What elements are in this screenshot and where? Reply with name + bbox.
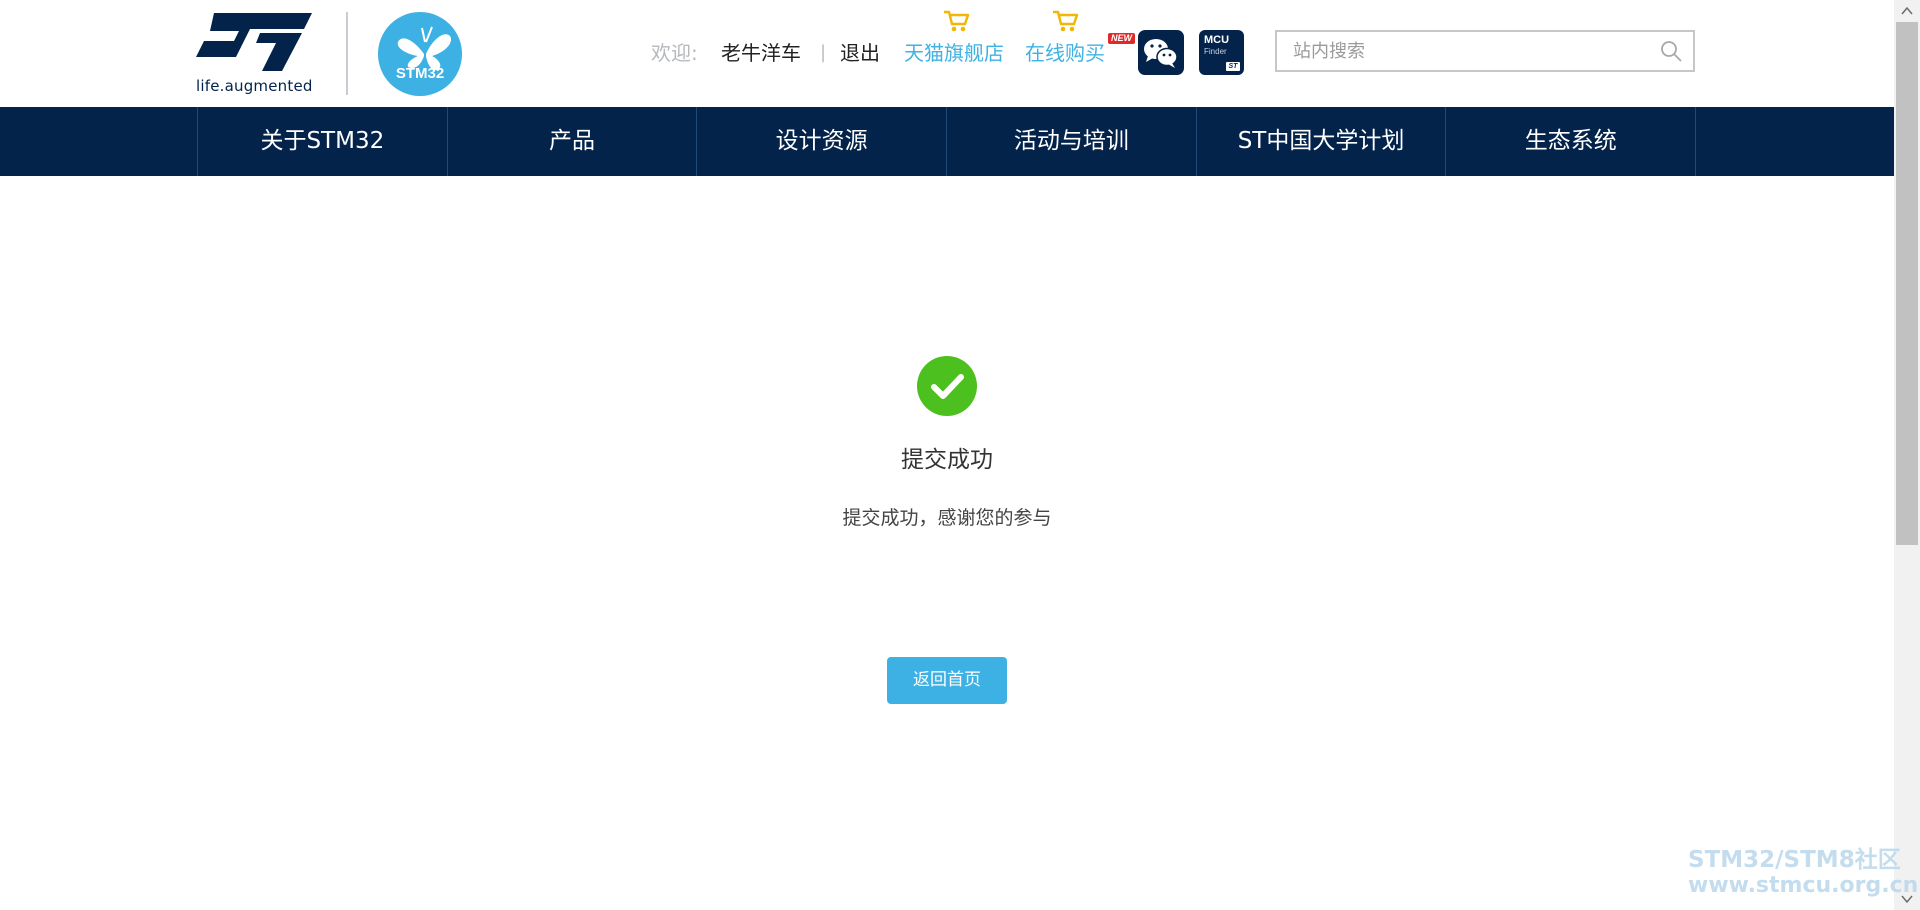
logo-divider [346,12,348,95]
return-home-button[interactable]: 返回首页 [887,657,1007,704]
mcu-finder-sublabel: Finder [1204,47,1227,56]
nav-item-events-training[interactable]: 活动与培训 [947,107,1197,176]
search-icon[interactable] [1659,39,1683,63]
logout-link[interactable]: 退出 [840,38,880,68]
stm32-logo[interactable]: STM32 [378,12,462,96]
scroll-up-arrow-icon[interactable] [1894,0,1920,22]
scrollbar-thumb[interactable] [1896,22,1918,545]
watermark-line1: STM32/STM8社区 [1688,847,1901,873]
community-watermark: STM32/STM8社区 www.stmcu.org.cn [1688,847,1919,899]
nav-item-products[interactable]: 产品 [448,107,698,176]
new-badge: NEW [1108,33,1135,44]
logo-tagline: life.augmented [196,77,313,95]
username[interactable]: 老牛洋车 [721,38,801,68]
butterfly-icon [378,12,462,96]
mcu-finder-button[interactable]: MCU Finder ST [1199,30,1244,75]
st-logo-mark [196,13,312,71]
separator: | [820,42,827,63]
buy-online-link[interactable]: 在线购买 [1025,38,1105,68]
nav-item-university-program[interactable]: ST中国大学计划 [1197,107,1447,176]
success-message: 提交成功，感谢您的参与 [842,507,1052,529]
search-input[interactable] [1277,32,1647,70]
watermark-line2: www.stmcu.org.cn [1688,873,1919,898]
nav-item-about-stm32[interactable]: 关于STM32 [198,107,448,176]
mcu-finder-label: MCU [1204,34,1230,46]
stm32-logo-text: STM32 [395,65,445,82]
wechat-icon [1144,39,1178,68]
nav-item-design-resources[interactable]: 设计资源 [697,107,948,176]
site-header: life.augmented STM32 欢迎: 老牛洋车 | 退出 天猫旗舰店… [0,0,1894,107]
wechat-button[interactable] [1138,30,1184,75]
st-mini-logo: ST [1226,62,1240,71]
tmall-store-link[interactable]: 天猫旗舰店 [904,38,1004,68]
vertical-scrollbar[interactable] [1894,0,1920,910]
cart-icon [944,10,970,32]
search-box [1275,30,1695,72]
main-nav: 关于STM32 产品 设计资源 活动与培训 ST中国大学计划 生态系统 [0,107,1894,176]
welcome-label: 欢迎: [651,41,698,65]
nav-item-ecosystem[interactable]: 生态系统 [1446,107,1697,176]
success-title: 提交成功 [901,447,993,473]
success-check-icon [917,356,977,416]
st-logo[interactable]: life.augmented [196,11,320,97]
cart-icon [1053,10,1079,32]
